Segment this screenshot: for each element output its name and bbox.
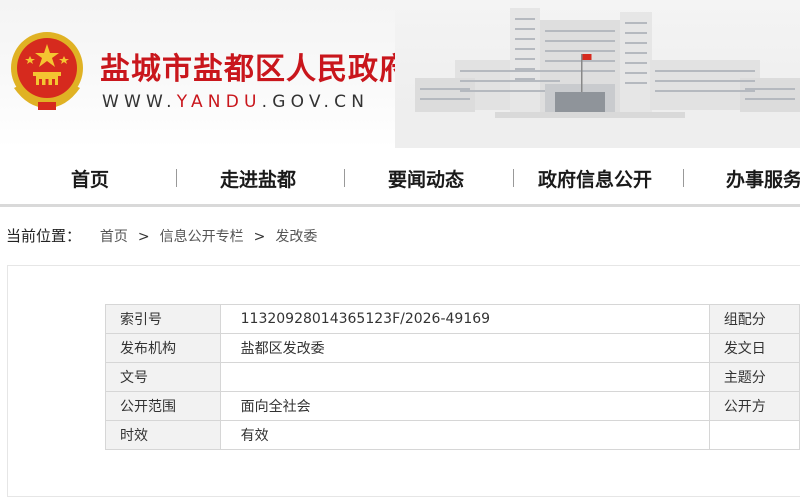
nav-separator (683, 169, 684, 187)
breadcrumb-home[interactable]: 首页 (100, 229, 128, 245)
nav-item-gov-info[interactable]: 政府信息公开 (538, 148, 652, 204)
meta-label-scope: 公开范围 (105, 391, 221, 421)
main-nav: 首页 走进盐都 要闻动态 政府信息公开 办事服务 (0, 148, 800, 207)
meta-label-publisher: 发布机构 (105, 333, 221, 363)
domain-suffix: .GOV.CN (261, 92, 370, 112)
breadcrumb: 当前位置： 首页 > 信息公开专栏 > 发改委 (6, 224, 317, 248)
meta-label-issue-date: 发文日 (708, 333, 800, 363)
table-row: 公开范围 面向全社会 公开方 (105, 391, 800, 421)
breadcrumb-lead: 当前位置： (6, 227, 82, 245)
table-row: 文号 主题分 (105, 362, 800, 392)
meta-value-index: 11320928014365123F/2026-49169 (219, 304, 710, 334)
breadcrumb-separator: > (253, 229, 266, 245)
site-header: 盐城市盐都区人民政府 WWW.YANDU.GOV.CN (0, 0, 800, 148)
meta-value-publisher: 盐都区发改委 (219, 333, 710, 363)
meta-label-validity: 时效 (105, 420, 221, 450)
table-row: 索引号 11320928014365123F/2026-49169 组配分 (105, 304, 800, 334)
nav-item-news[interactable]: 要闻动态 (388, 148, 464, 204)
nav-separator (344, 169, 345, 187)
national-emblem-icon (11, 32, 83, 110)
meta-value-doc-number (219, 362, 710, 392)
breadcrumb-separator: > (137, 229, 150, 245)
breadcrumb-info-column[interactable]: 信息公开专栏 (160, 229, 244, 245)
government-building-photo (395, 0, 800, 148)
table-row: 时效 有效 (105, 420, 800, 450)
meta-label-disclosure-method: 公开方 (708, 391, 800, 421)
nav-separator (176, 169, 177, 187)
meta-label-category: 组配分 (708, 304, 800, 334)
meta-label-topic: 主题分 (708, 362, 800, 392)
breadcrumb-current[interactable]: 发改委 (275, 229, 317, 245)
document-meta-table: 索引号 11320928014365123F/2026-49169 组配分 发布… (105, 304, 800, 450)
meta-value-scope: 面向全社会 (219, 391, 710, 421)
site-domain: WWW.YANDU.GOV.CN (102, 92, 369, 112)
site-title: 盐城市盐都区人民政府 (100, 52, 410, 87)
nav-item-home[interactable]: 首页 (71, 148, 109, 204)
meta-label-doc-number: 文号 (105, 362, 221, 392)
nav-item-about[interactable]: 走进盐都 (220, 148, 296, 204)
table-row: 发布机构 盐都区发改委 发文日 (105, 333, 800, 363)
domain-highlight: YANDU (176, 92, 262, 112)
meta-label-index: 索引号 (105, 304, 221, 334)
nav-item-services[interactable]: 办事服务 (726, 148, 800, 204)
meta-empty-cell (709, 420, 800, 450)
domain-prefix: WWW. (102, 92, 177, 112)
meta-value-validity: 有效 (219, 420, 710, 450)
nav-separator (513, 169, 514, 187)
